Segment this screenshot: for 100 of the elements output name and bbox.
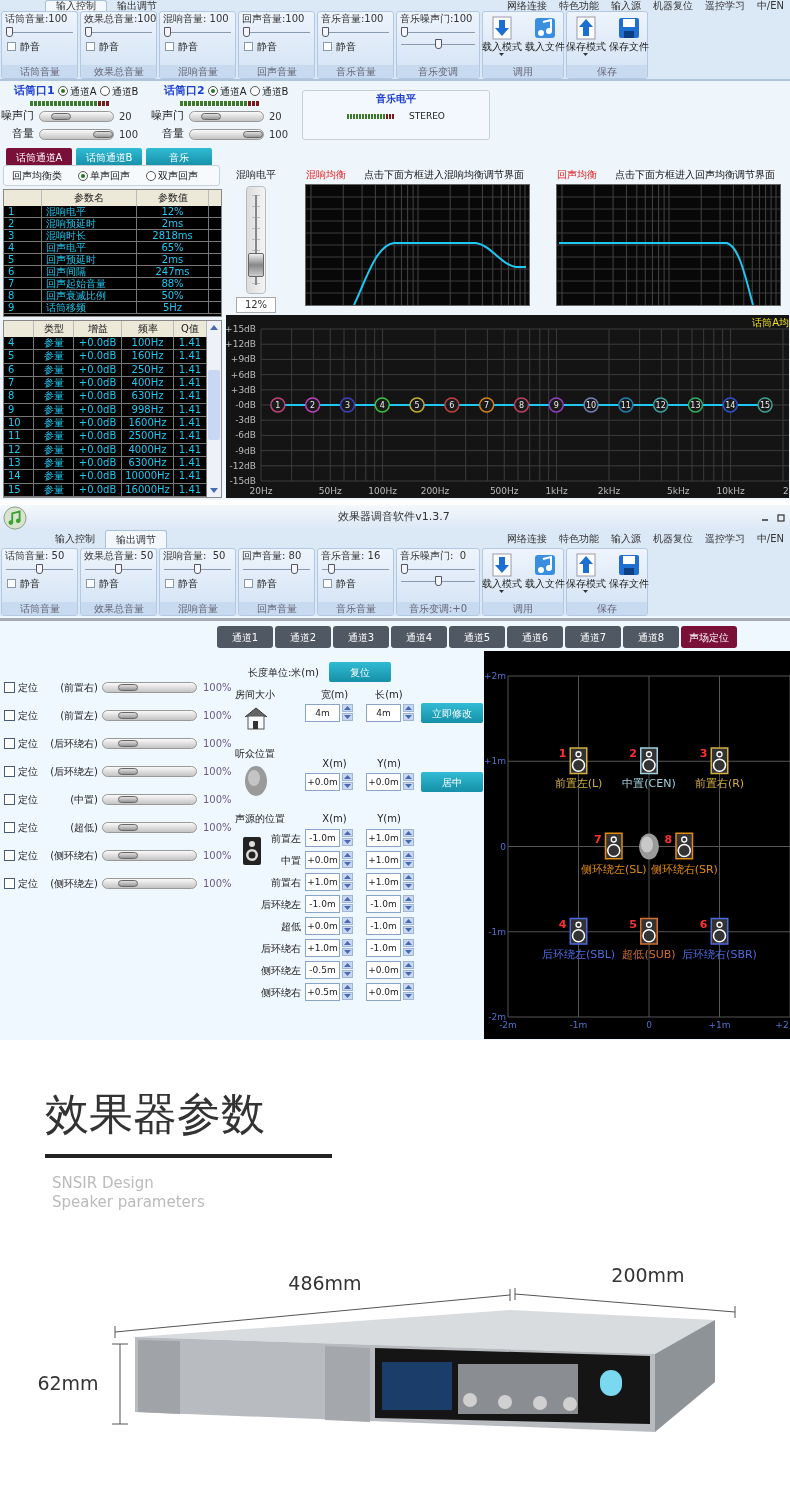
slider-thumb[interactable] [200, 112, 221, 120]
scrollbar-thumb[interactable] [208, 370, 220, 440]
spin-up-button[interactable] [403, 704, 414, 712]
slider-track[interactable] [102, 737, 197, 749]
spin-up-button[interactable] [403, 961, 414, 969]
band-marker[interactable]: 7 [478, 397, 495, 413]
number-field[interactable]: +0.0m [305, 851, 340, 869]
menu-item[interactable]: 输入源 [610, 0, 641, 11]
speaker-marker[interactable] [640, 917, 658, 945]
speaker-marker[interactable] [604, 832, 623, 860]
band-marker[interactable]: 13 [687, 397, 704, 413]
menu-item[interactable]: 特色功能 [558, 534, 599, 544]
menu-item[interactable]: 中/EN [756, 534, 784, 544]
number-field[interactable]: +0.0m [366, 961, 401, 979]
slider-track[interactable] [102, 821, 197, 833]
radio-button[interactable] [78, 170, 88, 181]
spin-up-button[interactable] [342, 851, 353, 859]
sound-field-plot[interactable]: -2m -1m 0 +1m +2 +2m +1m 0 -1m -2m 1 前置左(L) 2 中置(CEN) 3 前置右(R) 4 后环绕左(SBL) 5 超低(SUB) 6 后环绕右(SBR) 7 侧环绕左(SL) 8 侧环绕右(SR) [484, 651, 790, 1039]
checkbox[interactable] [4, 877, 15, 889]
band-marker[interactable]: 14 [722, 397, 738, 413]
slider-thumb[interactable] [117, 767, 138, 775]
radio-button[interactable] [146, 170, 156, 181]
slider-track[interactable] [102, 681, 197, 693]
scroll-down-icon[interactable] [210, 488, 218, 493]
mute-checkbox[interactable] [165, 42, 174, 51]
spin-up-button[interactable] [342, 939, 353, 947]
mute-checkbox[interactable] [7, 42, 16, 51]
scrollbar[interactable] [207, 321, 221, 497]
slider-track[interactable] [102, 765, 197, 777]
spin-down-button[interactable] [403, 713, 414, 721]
number-field[interactable]: 4m [366, 704, 401, 722]
mute-checkbox[interactable] [323, 579, 332, 588]
slider-track[interactable] [6, 564, 73, 574]
menu-item[interactable]: 遥控学习 [704, 534, 745, 544]
band-marker[interactable]: 8 [513, 397, 530, 413]
checkbox[interactable] [4, 681, 15, 693]
tab[interactable]: 输出调节 [107, 0, 167, 11]
mute-checkbox[interactable] [86, 579, 95, 588]
slider-thumb[interactable] [85, 27, 92, 37]
slider-thumb[interactable] [401, 27, 408, 37]
slider-track[interactable] [6, 27, 73, 37]
mute-checkbox[interactable] [86, 42, 95, 51]
spin-up-button[interactable] [342, 704, 353, 712]
spin-down-button[interactable] [403, 882, 414, 890]
spin-up-button[interactable] [403, 873, 414, 881]
band-marker[interactable]: 4 [374, 397, 390, 413]
spin-down-button[interactable] [342, 838, 353, 846]
speaker-marker[interactable] [640, 747, 658, 775]
slider-track[interactable] [85, 564, 152, 574]
slider-track[interactable] [401, 39, 475, 49]
menu-item[interactable]: 输入源 [610, 534, 641, 544]
spin-down-button[interactable] [403, 860, 414, 868]
spin-up-button[interactable] [342, 773, 353, 781]
slider-track[interactable] [102, 849, 197, 861]
spin-up-button[interactable] [342, 829, 353, 837]
number-field[interactable]: +1.0m [305, 939, 340, 957]
ribbon-button[interactable]: 载入文件 [524, 16, 565, 65]
slider-track[interactable] [322, 564, 389, 574]
menu-item[interactable]: 机器复位 [652, 0, 693, 11]
number-field[interactable]: +1.0m [366, 851, 401, 869]
mute-checkbox[interactable] [244, 42, 253, 51]
spin-up-button[interactable] [342, 917, 353, 925]
spin-down-button[interactable] [403, 992, 414, 1000]
channel-tab[interactable]: 通道4 [391, 626, 447, 648]
band-marker[interactable]: 3 [339, 397, 356, 413]
spin-down-button[interactable] [403, 926, 414, 934]
number-field[interactable]: -1.0m [305, 895, 340, 913]
fader-thumb[interactable] [248, 252, 264, 277]
tab[interactable]: 输出调节 [105, 530, 167, 548]
slider-thumb[interactable] [50, 112, 71, 120]
slider-track[interactable] [85, 27, 152, 37]
spin-up-button[interactable] [342, 873, 353, 881]
spin-up-button[interactable] [342, 895, 353, 903]
menu-item[interactable]: 机器复位 [652, 534, 693, 544]
checkbox[interactable] [4, 821, 15, 833]
spin-up-button[interactable] [403, 851, 414, 859]
spin-up-button[interactable] [342, 983, 353, 991]
spin-up-button[interactable] [403, 983, 414, 991]
band-marker[interactable]: 9 [548, 397, 564, 413]
channel-tab[interactable]: 通道7 [565, 626, 621, 648]
number-field[interactable]: +0.0m [366, 773, 401, 791]
number-field[interactable]: +0.5m [305, 983, 340, 1001]
slider-track[interactable] [401, 576, 475, 586]
channel-tab[interactable]: 声场定位 [681, 626, 737, 648]
slider-thumb[interactable] [117, 879, 138, 887]
slider-thumb[interactable] [36, 564, 43, 574]
checkbox[interactable] [4, 793, 15, 805]
spin-down-button[interactable] [342, 948, 353, 956]
number-field[interactable]: 4m [305, 704, 340, 722]
slider-thumb[interactable] [6, 27, 13, 37]
slider-track[interactable] [189, 110, 264, 122]
slider-thumb[interactable] [322, 27, 329, 37]
spin-up-button[interactable] [403, 917, 414, 925]
ribbon-button[interactable]: 保存文件 [608, 553, 649, 602]
maximize-icon[interactable] [777, 513, 785, 522]
checkbox[interactable] [4, 849, 15, 861]
menu-item[interactable]: 网络连接 [506, 0, 547, 11]
speaker-marker[interactable] [569, 917, 588, 945]
slider-thumb[interactable] [117, 711, 138, 719]
slider-track[interactable] [102, 877, 197, 889]
